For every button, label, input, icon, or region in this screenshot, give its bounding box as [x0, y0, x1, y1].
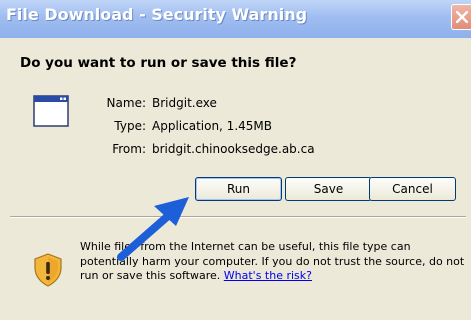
- save-button[interactable]: Save: [285, 177, 372, 201]
- from-value: bridgit.chinooksedge.ab.ca: [152, 142, 315, 156]
- run-button[interactable]: Run: [195, 177, 282, 201]
- warning-line-3-text: run or save this software.: [80, 269, 221, 282]
- type-label: Type:: [114, 119, 146, 133]
- cancel-button[interactable]: Cancel: [369, 177, 456, 201]
- type-value: Application, 1.45MB: [152, 119, 272, 133]
- close-icon: [456, 11, 468, 23]
- security-warning-dialog: File Download - Security Warning Do you …: [0, 0, 471, 320]
- warning-line-1: While files from the Internet can be use…: [80, 240, 411, 253]
- dialog-question: Do you want to run or save this file?: [20, 55, 297, 71]
- close-button[interactable]: [451, 4, 471, 30]
- warning-line-3: run or save this software. What's the ri…: [80, 269, 465, 284]
- warning-message: While files from the Internet can be use…: [80, 240, 465, 284]
- name-label: Name:: [106, 96, 146, 110]
- title-bar[interactable]: File Download - Security Warning: [0, 0, 471, 38]
- shield-warning-icon: [34, 253, 62, 287]
- warning-line-2: potentially harm your computer. If you d…: [80, 254, 465, 268]
- from-label: From:: [112, 142, 146, 156]
- name-value: Bridgit.exe: [152, 96, 217, 110]
- application-file-icon: [33, 95, 69, 127]
- whats-the-risk-link[interactable]: What's the risk?: [224, 269, 312, 282]
- window-title: File Download - Security Warning: [6, 5, 308, 24]
- separator-highlight: [10, 217, 466, 218]
